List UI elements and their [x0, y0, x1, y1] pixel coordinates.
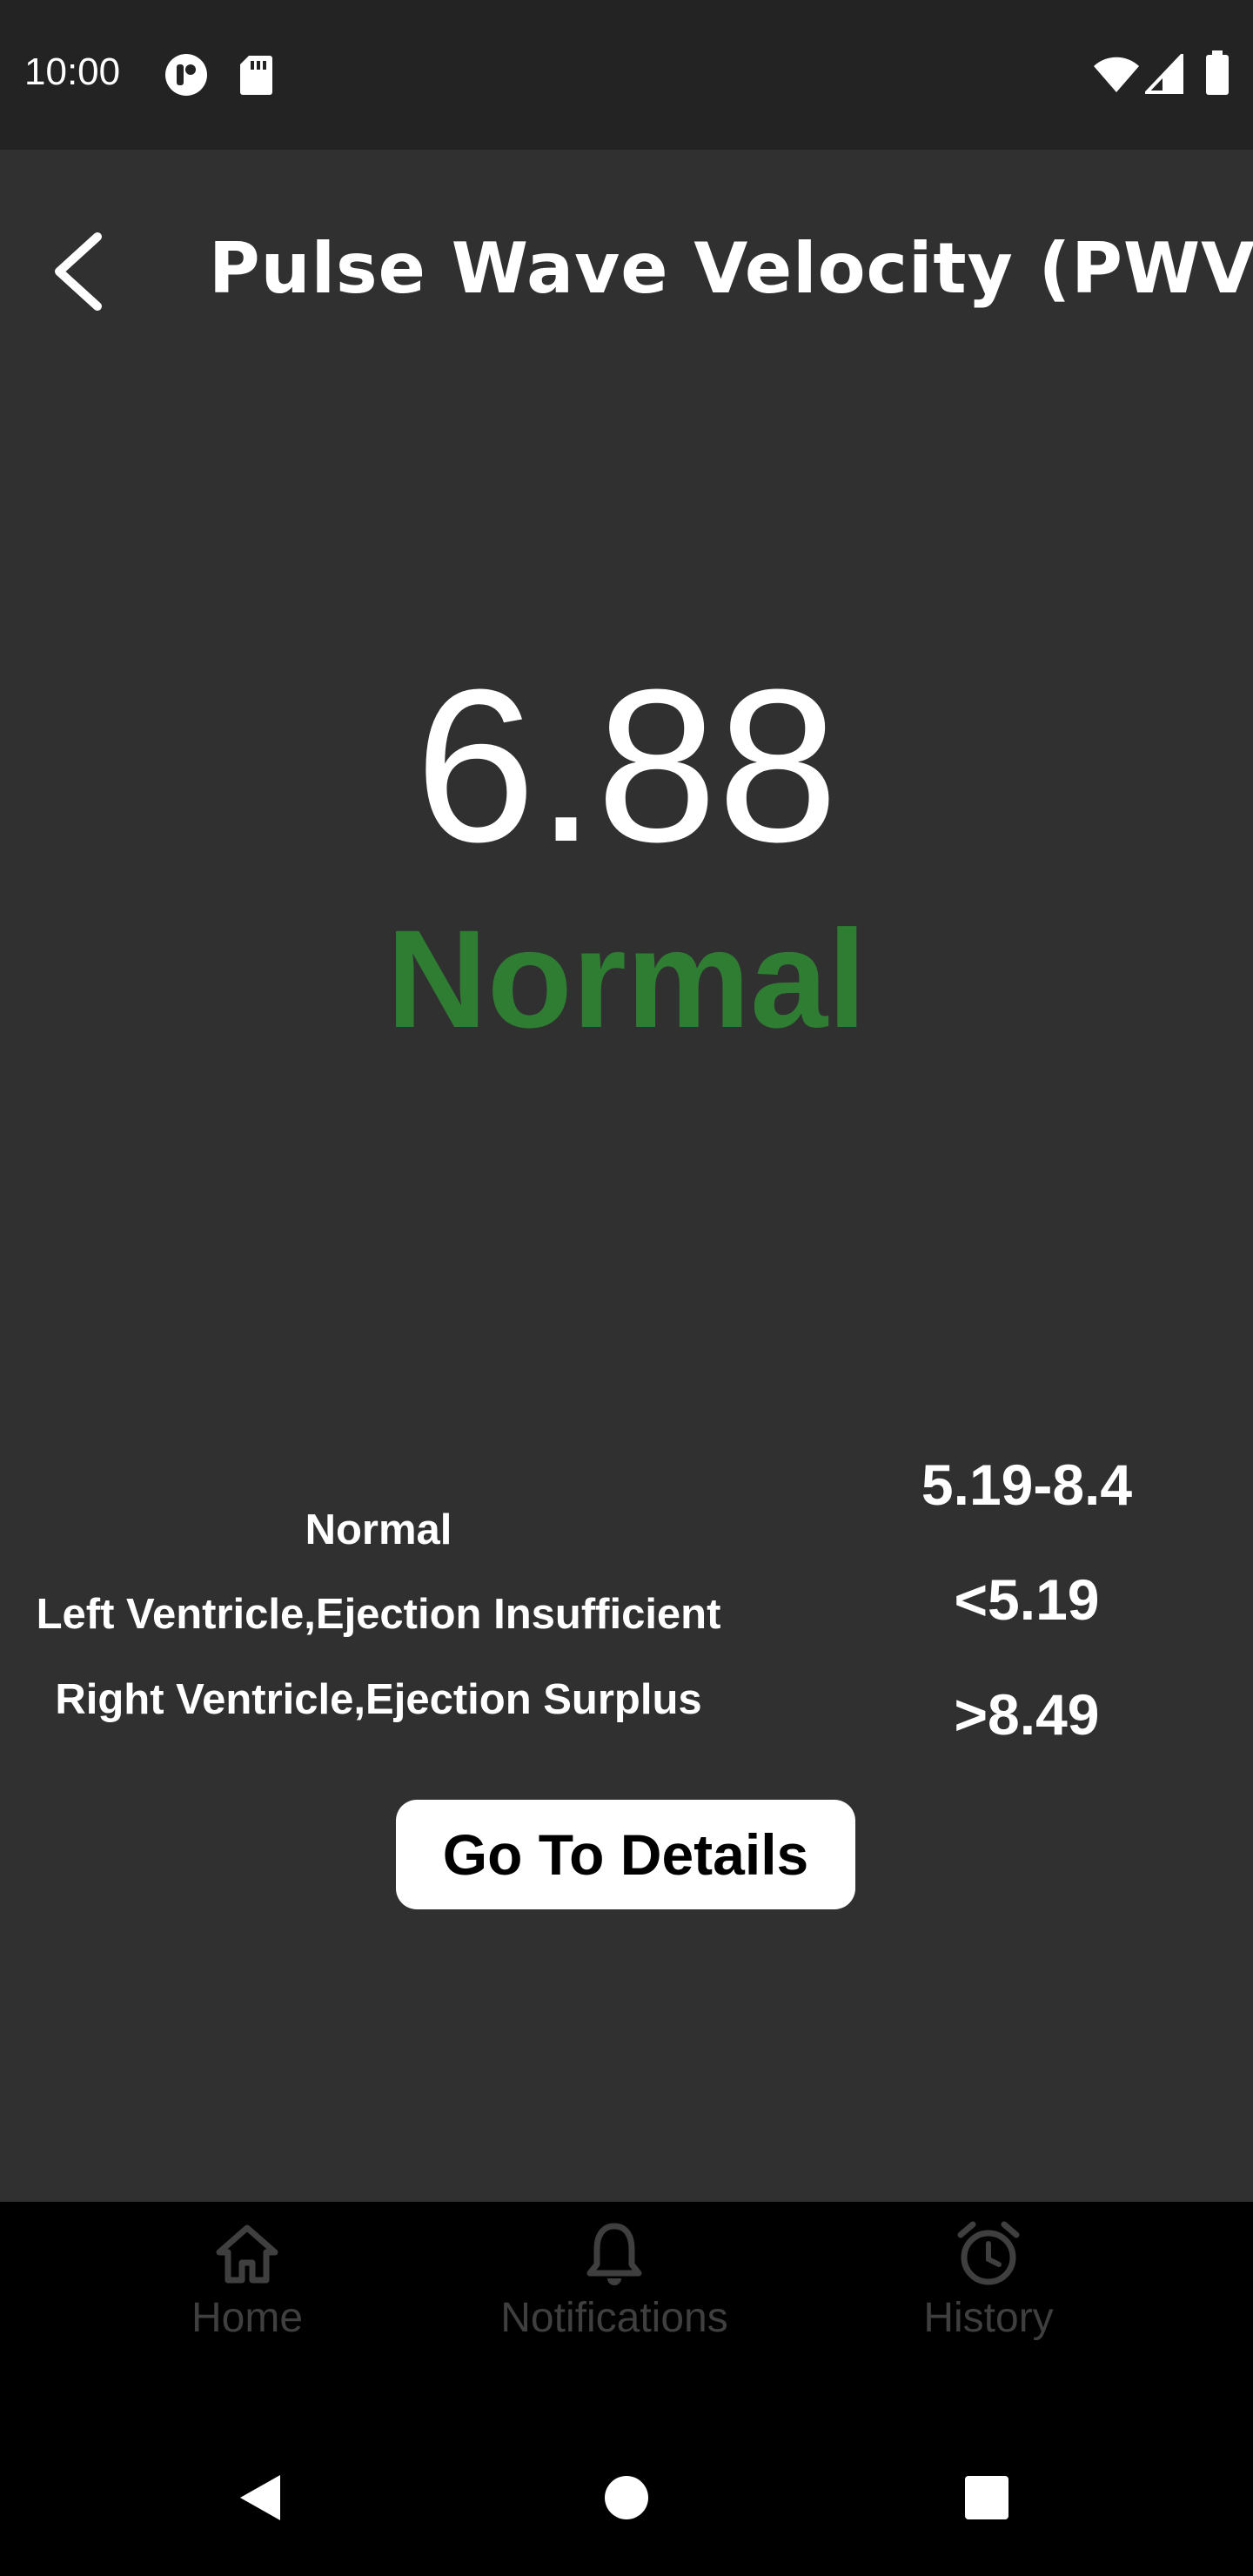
cell-signal-icon: [1142, 51, 1183, 97]
sd-card-icon: [238, 54, 273, 99]
alarm-clock-icon: [957, 2221, 1020, 2285]
chevron-left-icon: [55, 232, 102, 311]
battery-icon: [1204, 50, 1230, 99]
recents-square-icon[interactable]: [964, 2475, 1009, 2524]
page-title: Pulse Wave Velocity (PWV): [209, 228, 1253, 309]
home-icon: [216, 2224, 278, 2284]
back-triangle-icon[interactable]: [235, 2472, 287, 2527]
range-value-right-ventricle: >8.49: [954, 1682, 1100, 1747]
wifi-icon: [1092, 56, 1141, 97]
range-label-normal: Normal: [305, 1506, 452, 1553]
app-notification-icon: [164, 52, 209, 101]
nav-item-history[interactable]: History: [901, 2219, 1075, 2376]
bottom-nav: Home Notifications History: [0, 2202, 1253, 2419]
nav-label-notifications: Notifications: [500, 2295, 728, 2341]
status-time: 10:00: [24, 50, 121, 93]
nav-label-home: Home: [191, 2295, 304, 2341]
status-bar: 10:00: [0, 0, 1253, 150]
range-label-right-ventricle: Right Ventricle,Ejection Surplus: [55, 1676, 702, 1723]
nav-item-home[interactable]: Home: [160, 2219, 334, 2376]
range-value-left-ventricle: <5.19: [954, 1567, 1100, 1632]
nav-label-history: History: [923, 2295, 1054, 2341]
pwv-status: Normal: [386, 901, 867, 1057]
pwv-value: 6.88: [414, 644, 839, 887]
nav-item-notifications[interactable]: Notifications: [475, 2219, 754, 2376]
go-to-details-button[interactable]: Go To Details: [396, 1800, 855, 1909]
system-nav-bar: [0, 2419, 1253, 2576]
range-label-left-ventricle: Left Ventricle,Ejection Insufficient: [36, 1591, 721, 1638]
range-value-normal: 5.19-8.4: [921, 1452, 1133, 1517]
bell-icon: [586, 2223, 642, 2285]
back-button[interactable]: [35, 218, 122, 322]
home-circle-icon[interactable]: [604, 2475, 649, 2524]
